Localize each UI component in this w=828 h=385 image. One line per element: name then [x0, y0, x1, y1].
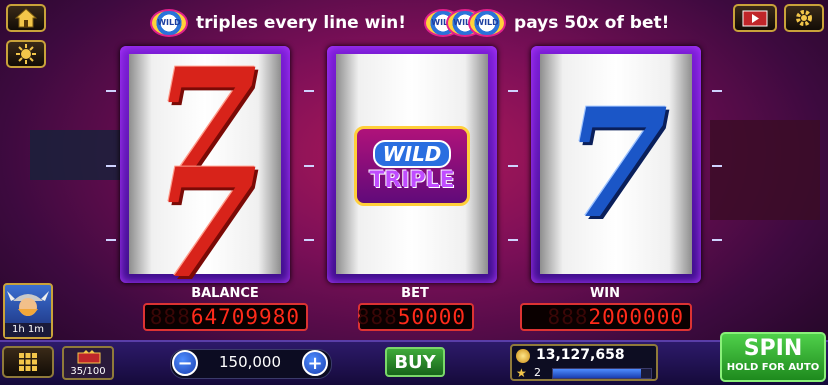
payline-marker [106, 90, 116, 92]
balance-value: 64709980 [190, 305, 300, 329]
payline-marker [106, 239, 116, 241]
grid-icon [19, 353, 37, 371]
bet-value: 50000 [397, 305, 466, 329]
payline-marker [304, 239, 314, 241]
blue-seven-symbol: 7 [563, 76, 669, 252]
player-avatar[interactable]: 1h 1m [3, 283, 53, 339]
promo-banner: WILD triples every line win! WILD WILD W… [150, 6, 710, 40]
level-progress-text: 35/100 [70, 366, 106, 377]
xp-bar-fill [553, 369, 642, 378]
promo-text-2: pays 50x of bet! [514, 13, 670, 33]
xp-bar [552, 368, 652, 379]
spin-sublabel: HOLD FOR AUTO [726, 362, 820, 373]
bet-label: BET [401, 286, 429, 301]
background-slot-machines [30, 130, 125, 180]
win-value: 2000000 [588, 305, 684, 329]
film-icon [742, 10, 768, 27]
payline-marker [508, 165, 518, 167]
payline-marker [304, 165, 314, 167]
background-casino-left [710, 120, 820, 220]
payline-marker [712, 90, 722, 92]
avatar-timer: 1h 1m [5, 323, 51, 337]
payline-marker [508, 90, 518, 92]
viking-avatar-icon [7, 291, 49, 316]
reel-frame-1: 7 7 [120, 46, 290, 312]
payline-marker [712, 239, 722, 241]
spin-button[interactable]: SPIN HOLD FOR AUTO [720, 332, 826, 382]
reel-frame-3: 7 [531, 46, 701, 283]
balance-meter: 888 64709980 [143, 303, 308, 331]
increase-bet-button[interactable]: + [302, 350, 328, 376]
reel-2: WILD TRIPLE [336, 54, 488, 274]
reel-1: 7 7 [129, 49, 281, 312]
settings-button[interactable] [784, 4, 824, 32]
paytable-button[interactable] [2, 346, 54, 378]
home-icon [15, 8, 37, 28]
payline-marker [712, 165, 722, 167]
promo-text-1: triples every line win! [196, 13, 407, 33]
coin-icon [516, 349, 530, 363]
gear-icon [796, 10, 812, 26]
wild-badge-icon: WILD [468, 9, 507, 37]
bet-amount: 150,000 [218, 353, 282, 371]
red-seven-symbol: 7 [152, 136, 258, 312]
video-button[interactable] [733, 4, 777, 32]
payline-marker [508, 239, 518, 241]
win-label: WIN [589, 286, 621, 301]
payline-marker [304, 90, 314, 92]
player-level: 2 [534, 366, 541, 379]
level-progress-button[interactable]: 35/100 [62, 346, 114, 380]
wallet-panel: 13,127,658 ★ 2 [510, 344, 658, 381]
buy-button[interactable]: BUY [385, 347, 445, 377]
triple-wild-badges: WILD WILD WILD [424, 9, 507, 37]
balance-label: BALANCE [191, 286, 259, 301]
bet-meter: 888 50000 [357, 303, 474, 331]
wild-badge-icon: WILD [150, 9, 188, 37]
payline-marker [106, 165, 116, 167]
wild-triple-symbol: WILD TRIPLE [354, 126, 470, 206]
reel-3: 7 [540, 54, 692, 274]
spin-label: SPIN [743, 336, 803, 361]
coin-balance: 13,127,658 [536, 347, 625, 363]
star-icon: ★ [516, 366, 527, 380]
chest-icon [77, 350, 101, 364]
reel-frame-2: WILD TRIPLE [327, 46, 497, 283]
decrease-bet-button[interactable]: − [172, 350, 198, 376]
menu-button[interactable] [6, 40, 46, 68]
sun-icon [16, 44, 36, 64]
win-meter: 888 2000000 [520, 303, 692, 331]
home-button[interactable] [6, 4, 46, 32]
